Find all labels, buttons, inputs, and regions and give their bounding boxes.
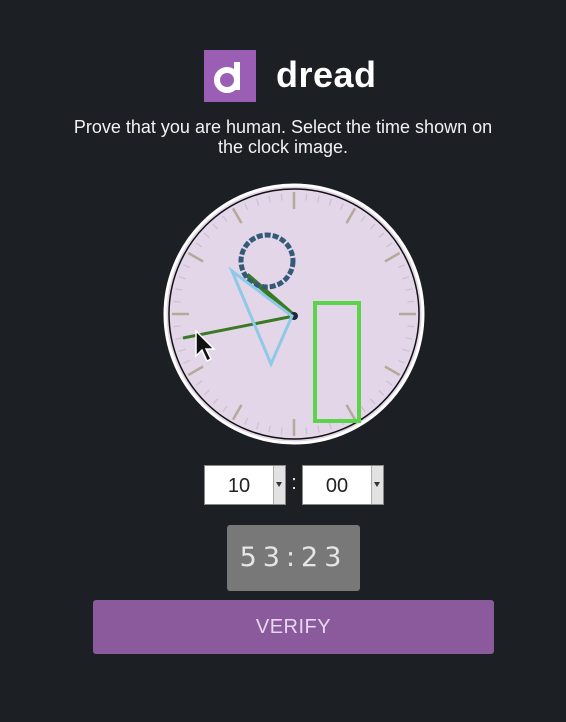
countdown-timer: 53:23 <box>227 525 360 591</box>
dropdown-arrow-icon[interactable] <box>273 466 285 504</box>
clock-image <box>163 183 425 445</box>
brand-logo <box>204 50 256 102</box>
clock-minor-tick <box>173 300 181 303</box>
minutes-select[interactable]: 00 <box>302 465 384 505</box>
brand-name: dread <box>276 54 377 95</box>
clock-minor-tick <box>280 193 283 201</box>
clock-minor-tick <box>305 427 308 435</box>
clock-minor-tick <box>173 325 181 328</box>
verify-button[interactable]: VERIFY <box>93 600 494 654</box>
dropdown-arrow-icon[interactable] <box>371 466 383 504</box>
clock-minor-tick <box>305 193 308 201</box>
hours-value: 10 <box>227 475 251 497</box>
clock-minor-tick <box>407 325 415 328</box>
captcha-instruction: Prove that you are human. Select the tim… <box>73 117 493 157</box>
header: dread <box>0 50 566 102</box>
clock-minor-tick <box>280 427 283 435</box>
clock-face <box>163 183 425 445</box>
hours-select[interactable]: 10 <box>204 465 286 505</box>
time-separator: : <box>291 472 297 494</box>
clock-minor-tick <box>407 300 415 303</box>
mouse-pointer-icon <box>195 329 217 364</box>
minutes-value: 00 <box>325 475 349 497</box>
